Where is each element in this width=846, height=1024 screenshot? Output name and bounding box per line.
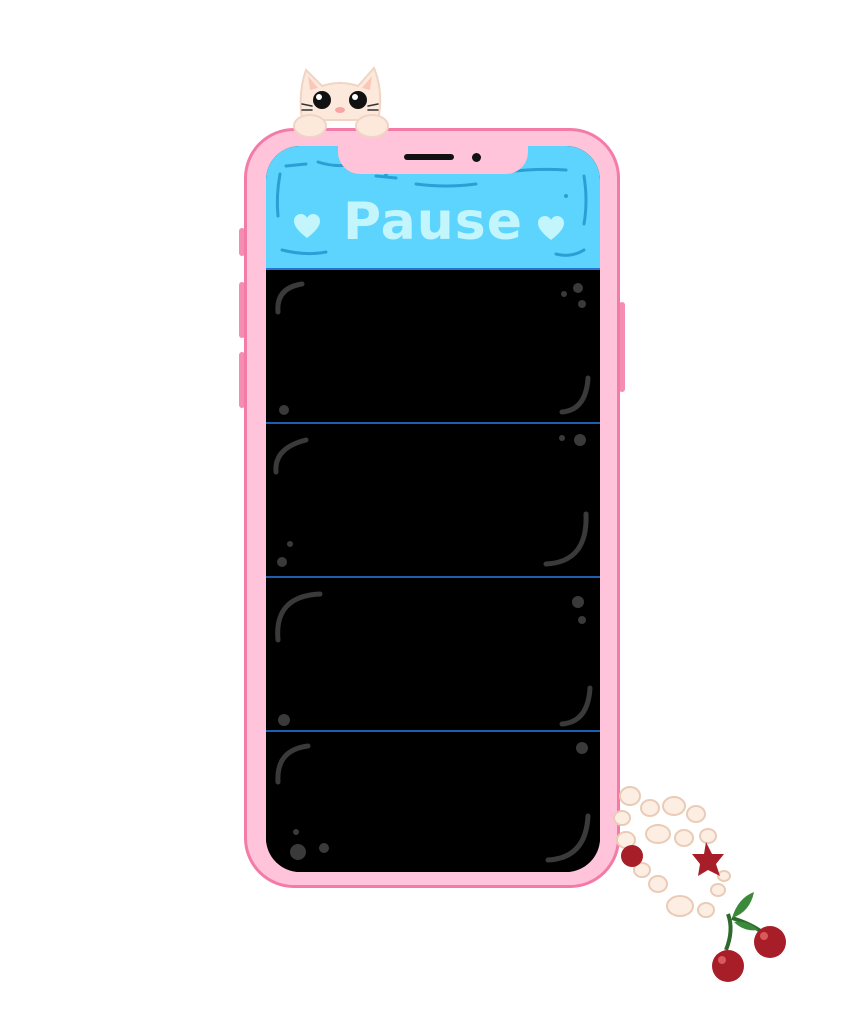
- cat-icon: [293, 66, 389, 138]
- speaker-grille: [404, 154, 454, 160]
- pause-title: Pause: [342, 192, 524, 252]
- cherry-icon: [613, 786, 786, 982]
- phone-frame-canvas: Pause: [0, 0, 846, 1024]
- slot-shine-marks: [273, 434, 589, 567]
- phone-notch: [338, 142, 528, 174]
- content-slot-1[interactable]: [266, 270, 600, 424]
- slot-shine-marks: [275, 591, 593, 727]
- phone-screen: Pause: [266, 146, 600, 872]
- content-slot-4[interactable]: [266, 732, 600, 872]
- slot-shine-marks: [275, 281, 591, 415]
- slot-shine-marks: [275, 742, 591, 863]
- front-camera: [472, 153, 481, 162]
- content-slot-3[interactable]: [266, 578, 600, 732]
- content-slot-2[interactable]: [266, 424, 600, 578]
